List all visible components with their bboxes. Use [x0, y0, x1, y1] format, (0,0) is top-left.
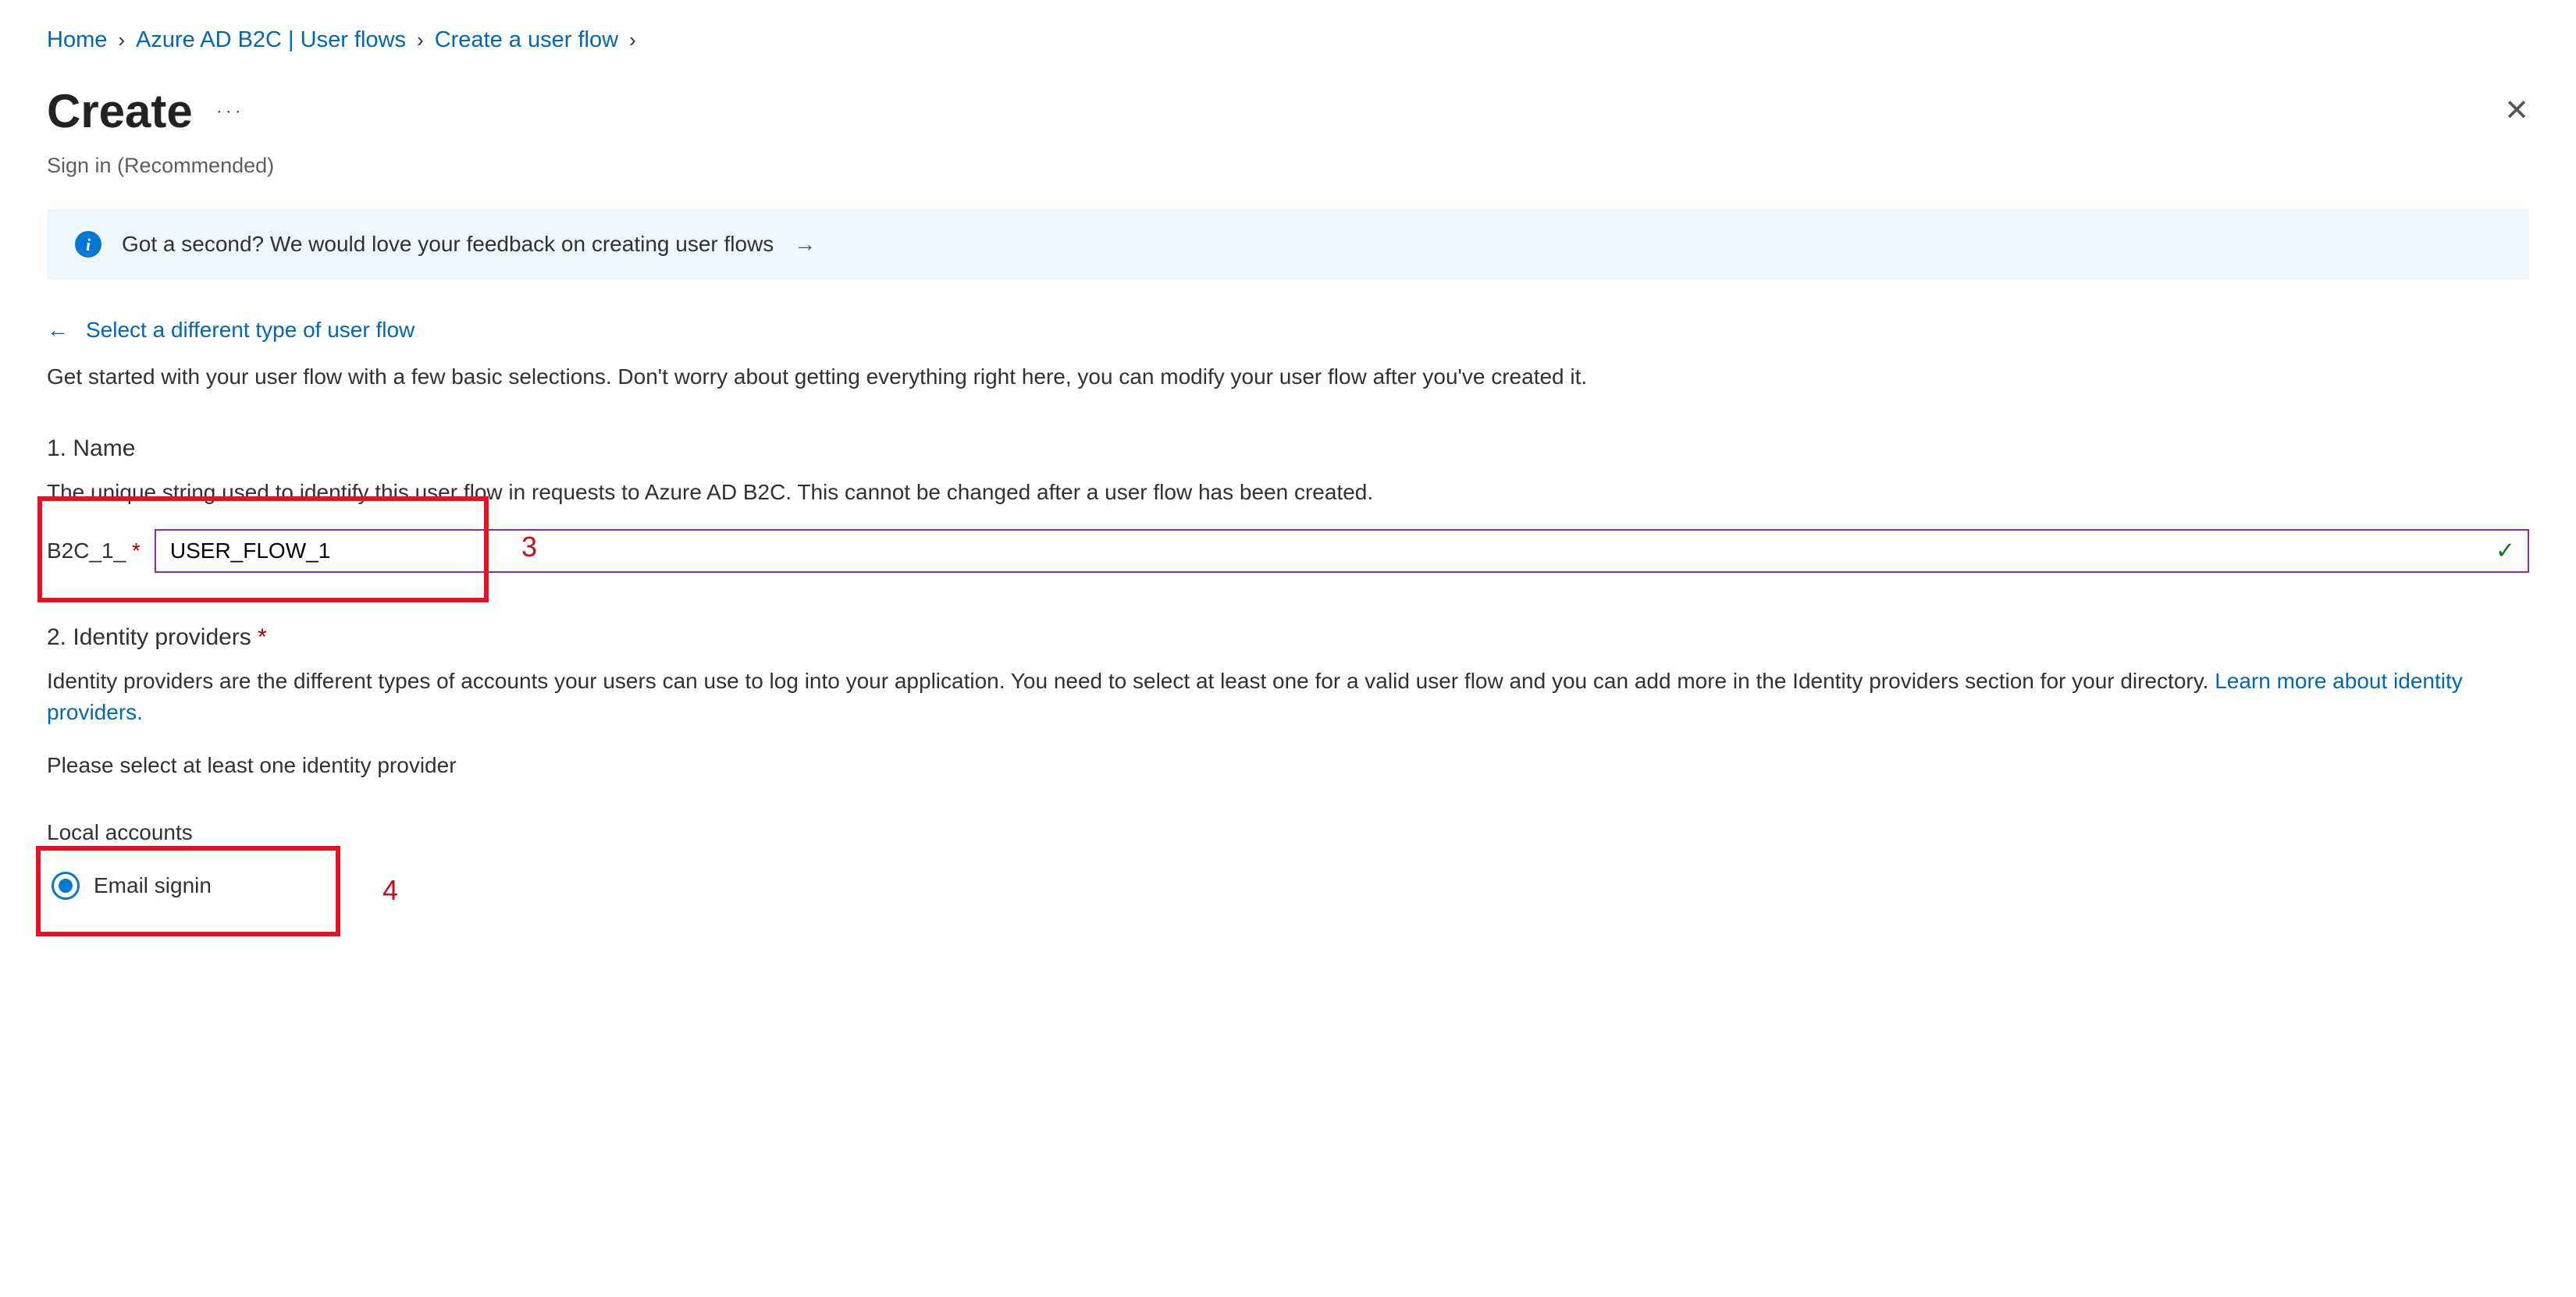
- user-flow-name-input[interactable]: [155, 529, 2529, 573]
- idp-instruction: Please select at least one identity prov…: [47, 749, 2529, 782]
- radio-email-signin[interactable]: Email signin: [47, 869, 216, 902]
- chevron-right-icon: ›: [118, 25, 125, 55]
- section-name-description: The unique string used to identify this …: [47, 477, 2529, 509]
- page-title: Create: [47, 76, 193, 147]
- close-icon[interactable]: ✕: [2504, 89, 2529, 133]
- annotation-label-4: 4: [382, 869, 398, 911]
- local-accounts-label: Local accounts: [47, 816, 2529, 849]
- name-prefix-label: B2C_1_ *: [47, 535, 141, 567]
- feedback-text: Got a second? We would love your feedbac…: [122, 228, 774, 261]
- info-icon: i: [75, 231, 101, 258]
- checkmark-icon: ✓: [2496, 533, 2515, 568]
- radio-icon: [52, 872, 80, 900]
- breadcrumb-home[interactable]: Home: [47, 23, 107, 58]
- annotation-label-3: 3: [521, 526, 537, 568]
- back-link[interactable]: Select a different type of user flow: [86, 314, 415, 346]
- intro-text: Get started with your user flow with a f…: [47, 361, 2529, 393]
- section-name-heading: 1. Name: [47, 431, 2529, 466]
- back-link-row: ← Select a different type of user flow: [47, 314, 2529, 346]
- more-menu-icon[interactable]: ···: [216, 98, 244, 126]
- arrow-right-icon: →: [794, 228, 816, 261]
- section-idp-description: Identity providers are the different typ…: [47, 666, 2529, 729]
- radio-email-label: Email signin: [94, 869, 212, 902]
- feedback-banner[interactable]: i Got a second? We would love your feedb…: [47, 209, 2529, 279]
- arrow-left-icon[interactable]: ←: [47, 314, 69, 346]
- breadcrumb-userflows[interactable]: Azure AD B2C | User flows: [136, 23, 406, 58]
- page-subtitle: Sign in (Recommended): [47, 150, 2529, 182]
- breadcrumb: Home › Azure AD B2C | User flows › Creat…: [47, 23, 2529, 58]
- chevron-right-icon: ›: [629, 25, 636, 55]
- chevron-right-icon: ›: [417, 25, 424, 55]
- section-idp-heading: 2. Identity providers *: [47, 620, 2529, 655]
- page-title-row: Create ··· ✕: [47, 76, 2529, 147]
- breadcrumb-create[interactable]: Create a user flow: [435, 23, 618, 58]
